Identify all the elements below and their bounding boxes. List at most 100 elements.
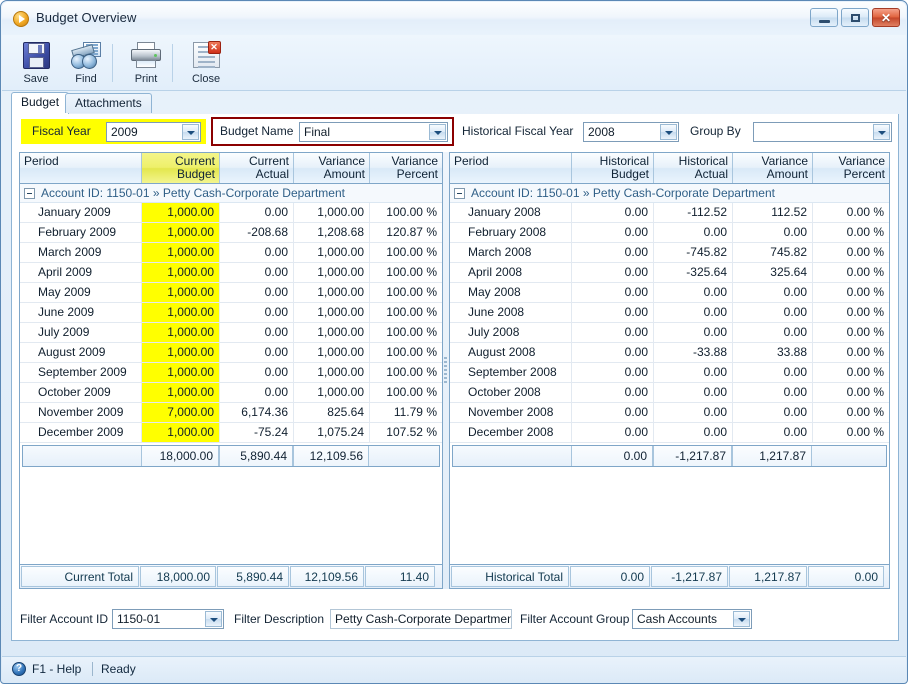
print-button[interactable]: Print: [120, 38, 172, 88]
chevron-down-icon[interactable]: [205, 611, 222, 627]
current-total-bar: Current Total 18,000.00 5,890.44 12,109.…: [20, 564, 442, 588]
historical-fiscal-year-select[interactable]: 2008: [583, 122, 679, 142]
table-row[interactable]: July 2008 0.00 0.00 0.00 0.00 %: [450, 323, 889, 343]
col-current-actual[interactable]: Current Actual: [220, 153, 294, 183]
col-current-budget[interactable]: Current Budget: [142, 153, 220, 183]
cell-actual: -33.88: [654, 343, 733, 362]
table-row[interactable]: October 2008 0.00 0.00 0.00 0.00 %: [450, 383, 889, 403]
minimize-button[interactable]: [810, 8, 838, 27]
cell-actual: 0.00: [220, 243, 294, 262]
table-row[interactable]: March 2009 1,000.00 0.00 1,000.00 100.00 %: [20, 243, 442, 263]
chevron-down-icon[interactable]: [733, 611, 750, 627]
col-period[interactable]: Period: [20, 153, 142, 183]
cell-budget: 0.00: [572, 243, 654, 262]
maximize-button[interactable]: [841, 8, 869, 27]
col-variance-amount[interactable]: Variance Amount: [294, 153, 370, 183]
table-row[interactable]: April 2008 0.00 -325.64 325.64 0.00 %: [450, 263, 889, 283]
tab-attachments[interactable]: Attachments: [65, 93, 152, 113]
filter-description-input[interactable]: Petty Cash-Corporate Department: [330, 609, 512, 629]
table-row[interactable]: January 2009 1,000.00 0.00 1,000.00 100.00 %: [20, 203, 442, 223]
cell-actual: -112.52: [654, 203, 733, 222]
table-row[interactable]: July 2009 1,000.00 0.00 1,000.00 100.00 %: [20, 323, 442, 343]
collapse-icon[interactable]: [24, 187, 35, 199]
table-row[interactable]: October 2009 1,000.00 0.00 1,000.00 100.00 %: [20, 383, 442, 403]
cell-budget: 0.00: [572, 283, 654, 302]
cell-actual: 0.00: [220, 203, 294, 222]
cell-variance-percent: 0.00 %: [846, 365, 884, 379]
table-row[interactable]: September 2008 0.00 0.00 0.00 0.00 %: [450, 363, 889, 383]
table-row[interactable]: August 2008 0.00 -33.88 33.88 0.00 %: [450, 343, 889, 363]
status-help-text[interactable]: F1 - Help: [32, 662, 81, 676]
close-document-button[interactable]: ✕ Close: [180, 38, 232, 88]
col-historical-budget[interactable]: Historical Budget: [572, 153, 654, 183]
filter-account-id-select[interactable]: 1150-01: [112, 609, 224, 629]
current-budget-grid[interactable]: Period Current Budget Current Actual Varia…: [19, 152, 443, 589]
save-button[interactable]: Save: [10, 38, 62, 88]
col-variance-percent[interactable]: Variance Percent: [370, 153, 442, 183]
cell-variance-amount: 0.00: [733, 303, 813, 322]
cell-variance-percent: 100.00 %: [386, 385, 437, 399]
cell-variance-percent: 0.00 %: [846, 405, 884, 419]
historical-budget-grid[interactable]: Period Historical Budget Historical Actual…: [449, 152, 890, 589]
budget-name-select[interactable]: Final: [299, 122, 448, 142]
cell-variance-amount: 1,000.00: [294, 363, 370, 382]
subtotal-variance-percent: [812, 446, 884, 466]
table-row[interactable]: December 2009 1,000.00 -75.24 1,075.24 107.5…: [20, 423, 442, 443]
col-historical-actual[interactable]: Historical Actual: [654, 153, 733, 183]
cell-budget: 1,000.00: [142, 243, 220, 262]
cell-variance-percent: 0.00 %: [846, 245, 884, 259]
filter-account-group-select[interactable]: Cash Accounts: [632, 609, 752, 629]
account-group-row-historical[interactable]: Account ID: 1150-01 » Petty Cash-Corpora…: [450, 184, 889, 203]
table-row[interactable]: February 2009 1,000.00 -208.68 1,208.68 120.…: [20, 223, 442, 243]
chevron-down-icon[interactable]: [429, 124, 446, 140]
collapse-icon[interactable]: [454, 187, 465, 199]
criteria-row: Fiscal Year 2009 Budget Name Final Histo…: [12, 114, 898, 148]
col-variance-percent-historical[interactable]: Variance Percent: [813, 153, 889, 183]
find-button[interactable]: Find: [60, 38, 112, 88]
status-bar: ? F1 - Help Ready: [2, 656, 906, 682]
col-variance-amount-historical[interactable]: Variance Amount: [733, 153, 813, 183]
chevron-down-icon[interactable]: [873, 124, 890, 140]
cell-period: March 2008: [450, 243, 572, 262]
chevron-down-icon[interactable]: [182, 124, 199, 140]
table-row[interactable]: November 2009 7,000.00 6,174.36 825.64 11.79…: [20, 403, 442, 423]
cell-period: January 2009: [20, 203, 142, 222]
cell-actual: 0.00: [654, 223, 733, 242]
cell-actual: 0.00: [654, 423, 733, 442]
cell-period: February 2008: [450, 223, 572, 242]
close-button[interactable]: ✕: [872, 8, 900, 27]
chevron-down-icon[interactable]: [660, 124, 677, 140]
table-row[interactable]: August 2009 1,000.00 0.00 1,000.00 100.00 %: [20, 343, 442, 363]
cell-variance-percent: 0.00 %: [846, 205, 884, 219]
cell-budget: 1,000.00: [142, 203, 220, 222]
table-row[interactable]: June 2008 0.00 0.00 0.00 0.00 %: [450, 303, 889, 323]
current-total-actual: 5,890.44: [217, 566, 289, 587]
table-row[interactable]: November 2008 0.00 0.00 0.00 0.00 %: [450, 403, 889, 423]
tab-budget[interactable]: Budget: [11, 92, 70, 114]
table-row[interactable]: February 2008 0.00 0.00 0.00 0.00 %: [450, 223, 889, 243]
table-row[interactable]: May 2009 1,000.00 0.00 1,000.00 100.00 %: [20, 283, 442, 303]
col-current-budget-line2: Budget: [176, 167, 215, 181]
table-row[interactable]: May 2008 0.00 0.00 0.00 0.00 %: [450, 283, 889, 303]
cell-budget: 1,000.00: [142, 343, 220, 362]
col-historical-actual-line2: Actual: [694, 167, 728, 181]
cell-actual: 0.00: [220, 383, 294, 402]
cell-variance-amount: 1,000.00: [294, 343, 370, 362]
account-group-row[interactable]: Account ID: 1150-01 » Petty Cash-Corpora…: [20, 184, 442, 203]
table-row[interactable]: March 2008 0.00 -745.82 745.82 0.00 %: [450, 243, 889, 263]
table-row[interactable]: June 2009 1,000.00 0.00 1,000.00 100.00 %: [20, 303, 442, 323]
cell-period: September 2009: [20, 363, 142, 382]
table-row[interactable]: December 2008 0.00 0.00 0.00 0.00 %: [450, 423, 889, 443]
status-ready-text: Ready: [101, 662, 136, 676]
historical-total-budget: 0.00: [570, 566, 650, 587]
cell-period: December 2009: [20, 423, 142, 442]
toolbar-separator-2: [172, 44, 173, 82]
table-row[interactable]: September 2009 1,000.00 0.00 1,000.00 100.00…: [20, 363, 442, 383]
cell-actual: 0.00: [654, 363, 733, 382]
group-by-select[interactable]: [753, 122, 892, 142]
separator-glyph: »: [152, 186, 160, 200]
fiscal-year-select[interactable]: 2009: [106, 122, 201, 142]
table-row[interactable]: January 2008 0.00 -112.52 112.52 0.00 %: [450, 203, 889, 223]
table-row[interactable]: April 2009 1,000.00 0.00 1,000.00 100.00 %: [20, 263, 442, 283]
col-period-historical[interactable]: Period: [450, 153, 572, 183]
